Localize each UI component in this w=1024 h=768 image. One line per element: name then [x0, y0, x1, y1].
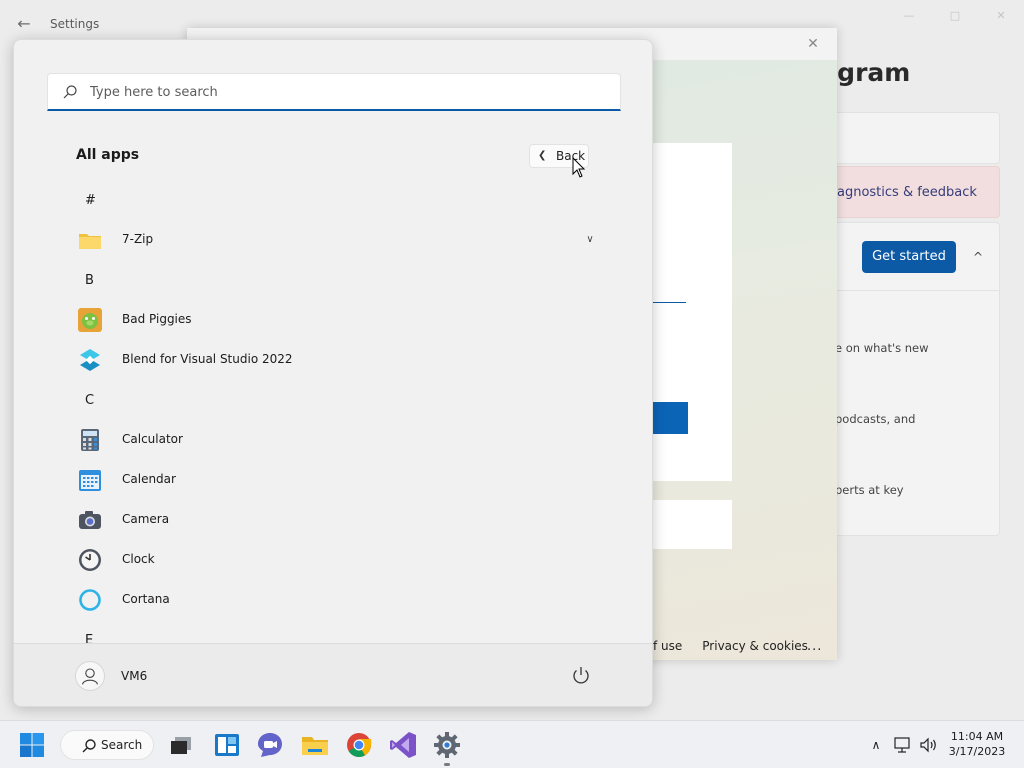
calendar-icon [79, 470, 101, 491]
app-name: Clock [122, 552, 155, 566]
visual-studio-icon[interactable] [387, 729, 419, 761]
running-indicator [444, 763, 450, 766]
chevron-left-icon: ❮ [538, 150, 547, 161]
taskbar-search-label: Search [101, 738, 143, 752]
close-icon[interactable]: ✕ [801, 32, 825, 56]
privacy-cookies-link[interactable]: Privacy & cookies [702, 639, 808, 653]
app-name: 7-Zip [122, 232, 154, 246]
card-text-line: podcasts, and [835, 412, 916, 426]
app-name: Cortana [122, 592, 170, 606]
mouse-cursor-icon [572, 157, 586, 178]
app-name: Bad Piggies [122, 312, 192, 326]
blend-icon [80, 349, 100, 371]
clock-date: 3/17/2023 [948, 745, 1006, 758]
volume-icon[interactable] [918, 735, 938, 755]
dialog-panel-secondary [653, 500, 732, 549]
folder-icon [79, 234, 101, 249]
start-footer: VM6 [14, 643, 652, 706]
user-account-button[interactable]: VM6 [75, 658, 195, 694]
search-icon [63, 85, 77, 99]
app-name: Calendar [122, 472, 176, 486]
letter-header[interactable]: # [85, 193, 96, 208]
settings-icon[interactable] [431, 729, 463, 761]
teams-chat-icon[interactable] [254, 729, 286, 761]
letter-header[interactable]: E [85, 633, 93, 643]
chrome-icon[interactable] [343, 729, 375, 761]
list-item-clock[interactable]: Clock [70, 542, 600, 578]
back-arrow-icon[interactable]: ← [12, 12, 36, 36]
widgets-icon[interactable] [211, 729, 243, 761]
dialog-footer: f use Privacy & cookies [653, 639, 808, 653]
list-item-calendar[interactable]: Calendar [70, 462, 600, 498]
avatar [75, 661, 105, 691]
camera-icon [79, 511, 101, 529]
chevron-up-icon[interactable]: ∧ [866, 735, 886, 755]
minimize-icon[interactable]: — [886, 0, 932, 32]
clock-time: 11:04 AM [950, 730, 1004, 743]
calculator-icon [81, 429, 99, 451]
cortana-icon [79, 589, 101, 611]
card-text-line: perts at key [835, 483, 904, 497]
terms-of-use-link[interactable]: f use [653, 639, 682, 653]
more-options-icon[interactable]: ... [807, 639, 822, 654]
list-item-blend-visual-studio[interactable]: Blend for Visual Studio 2022 [70, 342, 600, 378]
list-item-bad-piggies[interactable]: Bad Piggies [70, 302, 600, 338]
search-icon [82, 739, 96, 753]
all-apps-title: All apps [76, 147, 140, 163]
taskbar: Search ∧ 11:04 AM 3/17/2023 [0, 720, 1024, 768]
card-text-line: e on what's new [835, 341, 929, 355]
file-explorer-icon[interactable] [299, 729, 331, 761]
get-started-button[interactable]: Get started [862, 241, 956, 273]
app-list: # 7-Zip ∨ B Bad Piggies Blend for Visual… [14, 180, 652, 643]
app-name: Blend for Visual Studio 2022 [122, 352, 293, 366]
taskbar-search[interactable]: Search [60, 730, 154, 760]
chevron-down-icon[interactable]: ∨ [580, 230, 600, 250]
bad-piggies-icon [78, 308, 102, 332]
user-name: VM6 [121, 669, 148, 683]
dialog-primary-button[interactable] [653, 402, 688, 434]
start-search-box[interactable] [47, 73, 621, 111]
network-icon[interactable] [893, 735, 913, 755]
app-name: Calculator [122, 432, 183, 446]
maximize-icon[interactable]: □ [932, 0, 978, 32]
close-icon[interactable]: ✕ [978, 0, 1024, 32]
window-controls: — □ ✕ [886, 0, 1024, 32]
taskbar-clock[interactable]: 11:04 AM 3/17/2023 [940, 729, 1014, 759]
list-item-camera[interactable]: Camera [70, 502, 600, 538]
letter-header[interactable]: B [85, 273, 94, 288]
start-menu: All apps ❮ Back # 7-Zip ∨ B Bad Piggies [13, 39, 653, 707]
dialog-input-underline [653, 302, 686, 303]
list-item-calculator[interactable]: Calculator [70, 422, 600, 458]
app-name: Camera [122, 512, 170, 526]
task-view-icon[interactable] [164, 729, 196, 761]
clock-icon [79, 549, 101, 571]
power-icon[interactable] [567, 662, 595, 690]
search-input[interactable] [90, 74, 610, 110]
chevron-up-icon[interactable]: ^ [966, 241, 990, 273]
list-item-cortana[interactable]: Cortana [70, 582, 600, 618]
list-item-7-zip[interactable]: 7-Zip ∨ [70, 222, 600, 258]
settings-window-title: Settings [50, 17, 100, 31]
letter-header[interactable]: C [85, 393, 94, 408]
start-icon[interactable] [16, 729, 48, 761]
diagnostics-link[interactable]: agnostics & feedback [837, 185, 977, 200]
